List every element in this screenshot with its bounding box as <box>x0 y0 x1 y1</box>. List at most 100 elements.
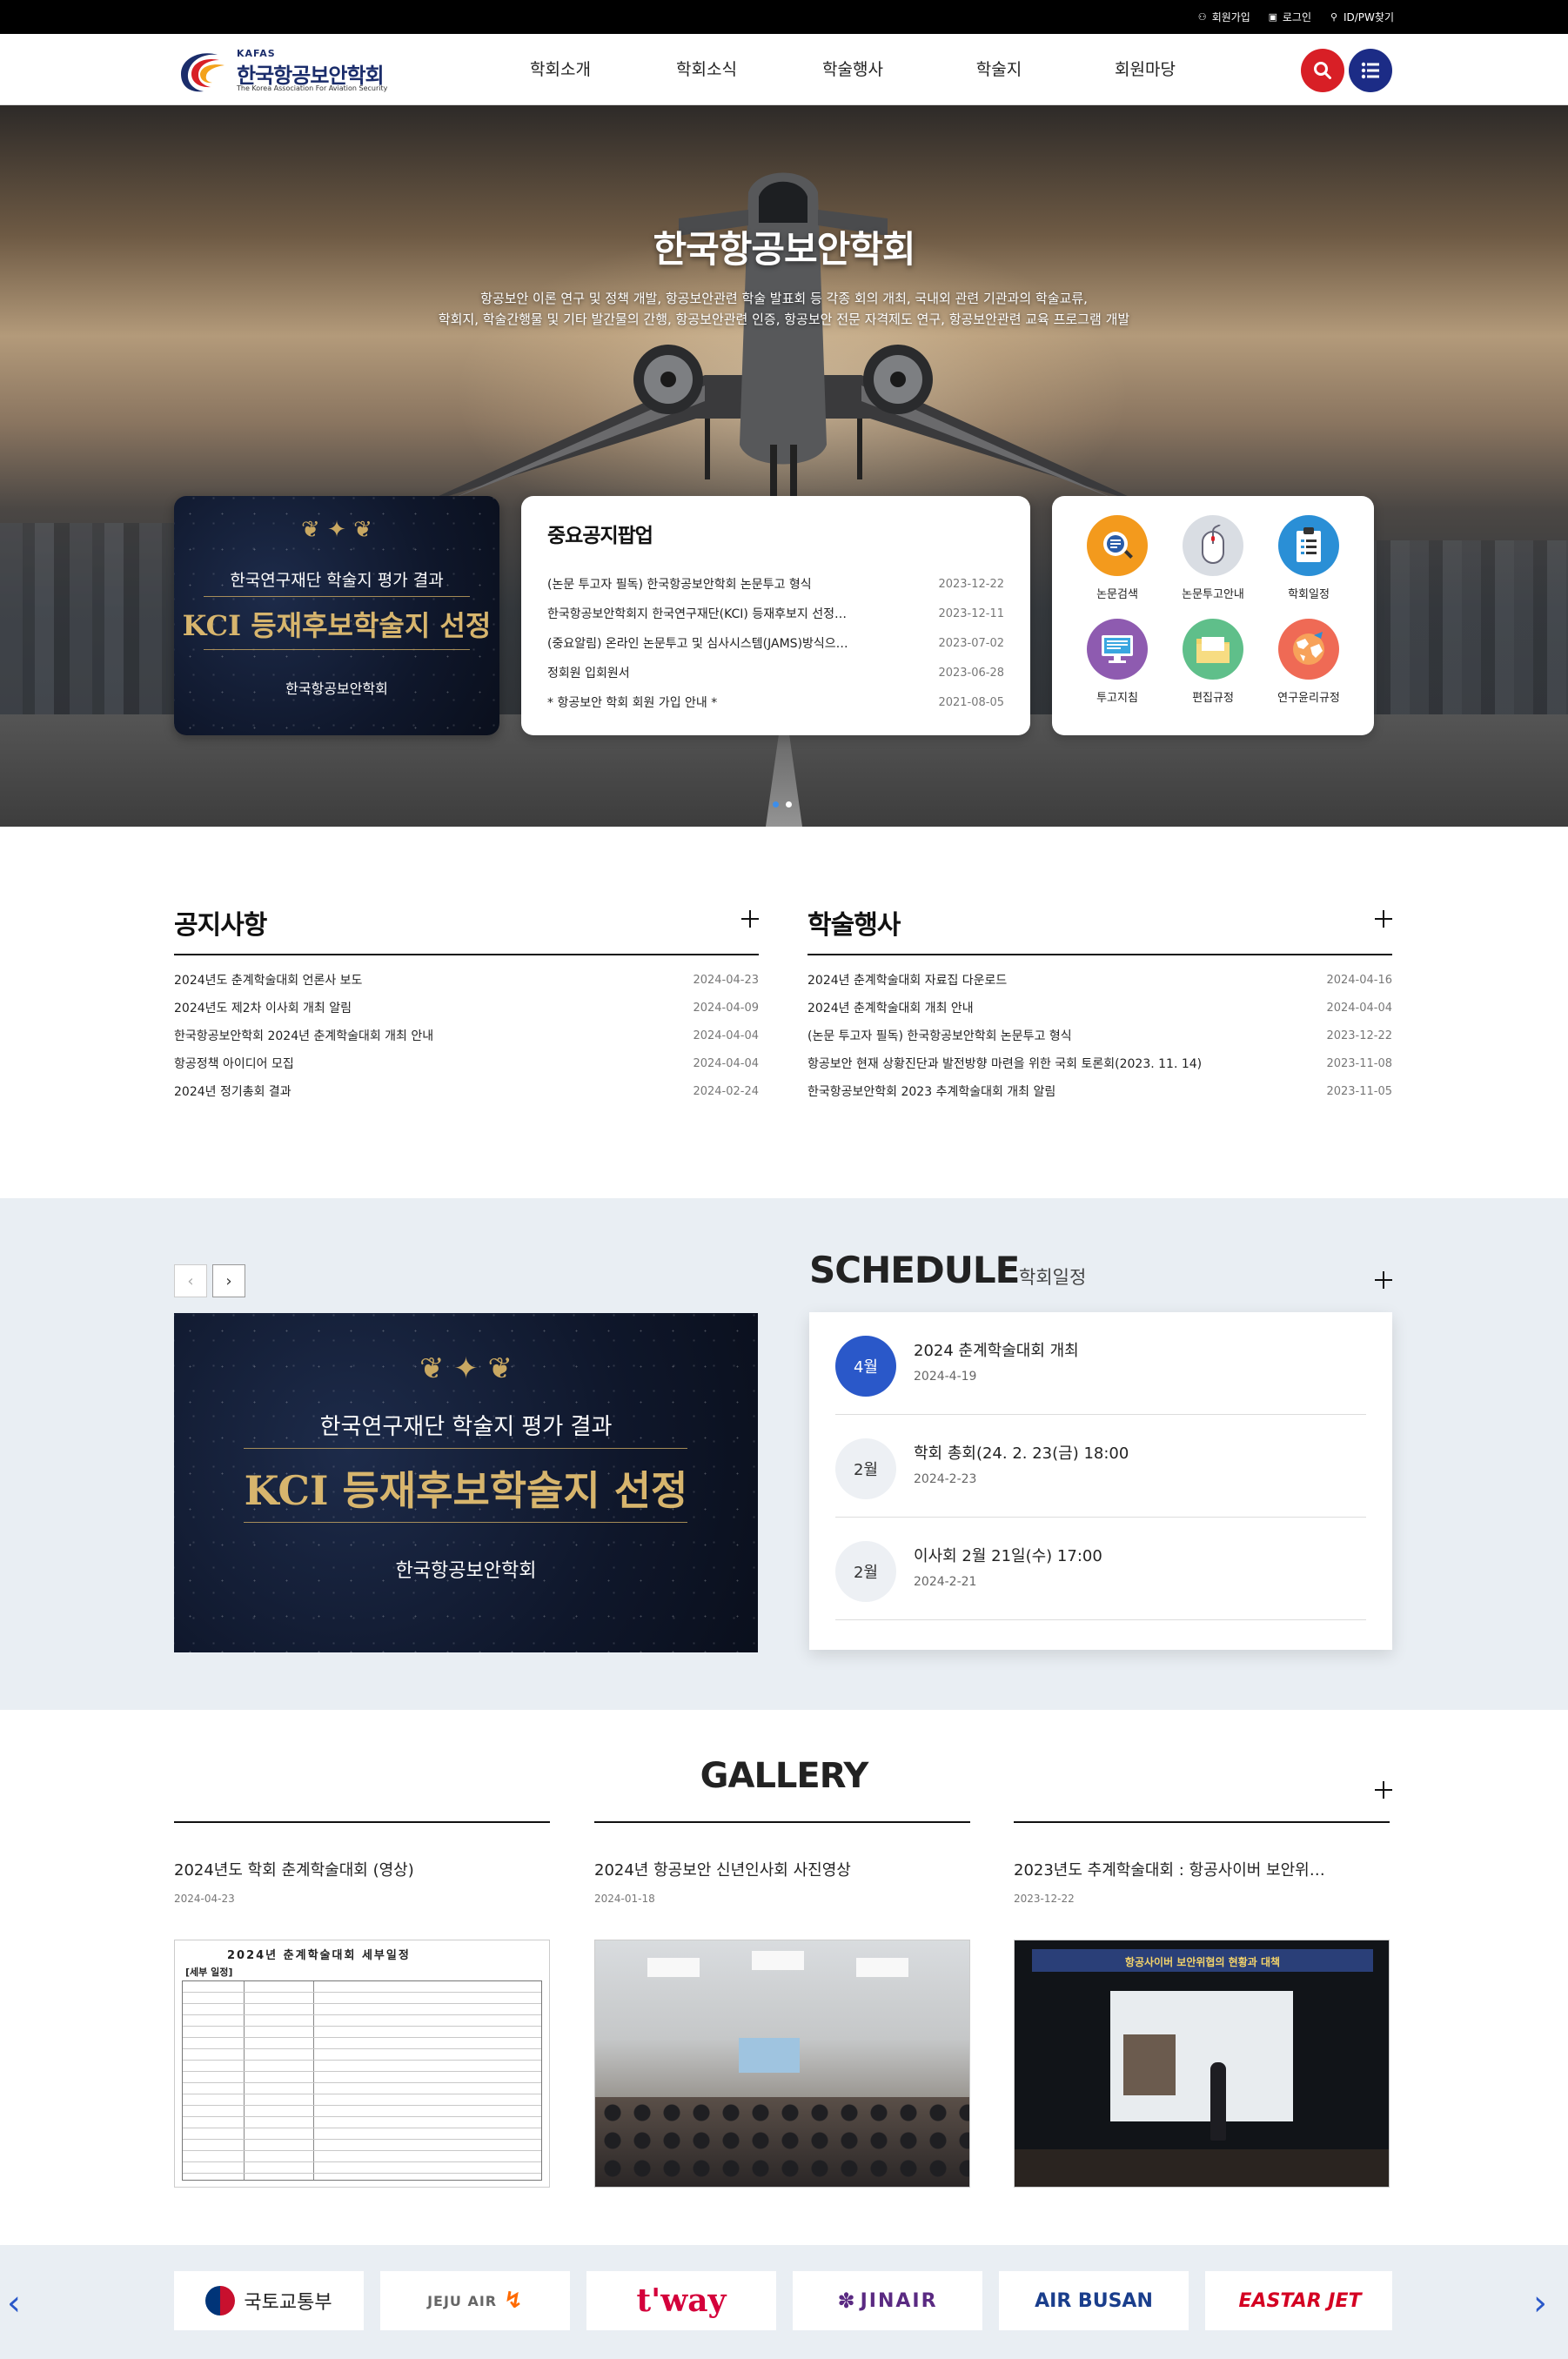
crowd <box>595 2097 969 2187</box>
partner-logo[interactable]: AIR BUSAN <box>999 2271 1189 2330</box>
list-item-date: 2023-12-22 <box>1326 1029 1392 1042</box>
login-link[interactable]: ▣ 로그인 <box>1268 10 1311 24</box>
partner-logo[interactable]: 국토교통부 <box>174 2271 364 2330</box>
list-item-date: 2023-11-08 <box>1326 1056 1392 1070</box>
gallery-item[interactable]: 2023년도 추계학술대회 : 항공사이버 보안위… 2023-12-22 항공… <box>1014 1821 1390 2188</box>
list-item[interactable]: 정회원 입회원서 2023-06-28 <box>547 658 1004 687</box>
gallery-item-title: 2024년도 학회 춘계학술대회 (영상) <box>174 1861 414 1880</box>
logo-swoosh-icon <box>181 53 224 92</box>
partner-logo[interactable]: t'way <box>586 2271 776 2330</box>
gallery-rule <box>594 1821 970 1823</box>
list-item[interactable]: 2024년 춘계학술대회 자료집 다운로드 2024-04-16 <box>807 966 1392 994</box>
quick-menu-card: 논문검색 논문투고안내 학회일정 투고지침 편집규정 연구윤리규정 <box>1052 496 1374 735</box>
schedule-item[interactable]: 2월 이사회 2월 21일(수) 17:00 2024-2-21 <box>835 1518 1366 1620</box>
notice-board: 공지사항 2024년도 춘계학술대회 언론사 보도 2024-04-23 2024… <box>174 896 759 1105</box>
quick-submission-guide[interactable]: 논문투고안내 <box>1165 515 1261 601</box>
list-item[interactable]: 항공정책 아이디어 모집 2024-04-04 <box>174 1049 759 1077</box>
pagination-dot[interactable] <box>786 801 792 808</box>
sitemap-button[interactable] <box>1349 49 1392 92</box>
search-document-icon <box>1087 515 1148 576</box>
list-item[interactable]: (논문 투고자 필독) 한국항공보안학회 논문투고 형식 2023-12-22 <box>547 569 1004 599</box>
list-item-title: (중요알림) 온라인 논문투고 및 심사시스템(JAMS)방식으… <box>547 637 848 651</box>
more-plus-icon[interactable] <box>1375 910 1392 928</box>
events-board-header: 학술행사 <box>807 896 1392 955</box>
notice-board-header: 공지사항 <box>174 896 759 955</box>
quick-label: 편집규정 <box>1192 692 1234 705</box>
schedule-item[interactable]: 2월 학회 총회(24. 2. 23(금) 18:00 2024-2-23 <box>835 1415 1366 1518</box>
more-plus-icon[interactable] <box>741 910 759 928</box>
mouse-icon <box>1183 515 1243 576</box>
notice-board-title: 공지사항 <box>174 910 267 941</box>
kci-line3: 한국항공보안학회 <box>285 680 388 697</box>
hero-visual: 한국항공보안학회 항공보안 이론 연구 및 정책 개발, 항공보안관련 학술 발… <box>0 105 1568 827</box>
quick-schedule[interactable]: 학회일정 <box>1261 515 1357 601</box>
speaker-photo <box>1123 2034 1176 2095</box>
gallery-thumbnail-meeting-room <box>594 1940 970 2188</box>
list-item[interactable]: 2024년 춘계학술대회 개최 안내 2024-04-04 <box>807 994 1392 1022</box>
schedule-item-date: 2024-2-23 <box>914 1472 977 1486</box>
quick-research-ethics[interactable]: 연구윤리규정 <box>1261 619 1357 705</box>
slider-prev-button[interactable]: ‹ <box>174 1264 207 1297</box>
kci-banner-card[interactable]: ❦ ✦ ❦ 한국연구재단 학술지 평가 결과 KCI 등재후보학술지 선정 한국… <box>174 496 499 735</box>
partner-next-arrow[interactable]: › <box>1533 2283 1547 2323</box>
list-item[interactable]: (논문 투고자 필독) 한국항공보안학회 논문투고 형식 2023-12-22 <box>807 1022 1392 1049</box>
join-link[interactable]: ⚇ 회원가입 <box>1197 10 1250 24</box>
gallery-item[interactable]: 2024년도 학회 춘계학술대회 (영상) 2024-04-23 2024년 춘… <box>174 1821 550 2188</box>
list-item[interactable]: 한국항공보안학회지 한국연구재단(KCI) 등재후보지 선정… 2023-12-1… <box>547 599 1004 628</box>
partner-name: EASTAR JET <box>1238 2289 1362 2312</box>
quick-editorial-rules[interactable]: 편집규정 <box>1165 619 1261 705</box>
schedule-item[interactable]: 4월 2024 춘계학술대회 개최 2024-4-19 <box>835 1312 1366 1415</box>
partner-logo[interactable]: ✽ JINAIR <box>793 2271 982 2330</box>
schedule-month-badge: 2월 <box>835 1438 896 1499</box>
gallery-item[interactable]: 2024년 항공보안 신년인사회 사진영상 2024-01-18 <box>594 1821 970 2188</box>
nav-members[interactable]: 회원마당 <box>1072 34 1218 105</box>
hero-description: 항공보안 이론 연구 및 정책 개발, 항공보안관련 학술 발표회 등 각종 회… <box>0 288 1568 330</box>
list-item[interactable]: 2024년 정기총회 결과 2024-02-24 <box>174 1077 759 1105</box>
list-item[interactable]: * 항공보안 학회 회원 가입 안내 * 2021-08-05 <box>547 687 1004 717</box>
gallery-item-date: 2024-01-18 <box>594 1893 655 1905</box>
gallery-title: GALLERY <box>700 1756 869 1796</box>
list-item[interactable]: 한국항공보안학회 2023 추계학술대회 개최 알림 2023-11-05 <box>807 1077 1392 1105</box>
gallery-thumbnail-document: 2024년 춘계학술대회 세부일정 [세부 일정] <box>174 1940 550 2188</box>
more-plus-icon[interactable] <box>1375 1781 1392 1799</box>
ceiling-light <box>647 1958 700 1977</box>
partner-swirl-icon: ↯ <box>504 2288 523 2314</box>
nav-events[interactable]: 학술행사 <box>780 34 926 105</box>
list-item[interactable]: 2024년도 춘계학술대회 언론사 보도 2024-04-23 <box>174 966 759 994</box>
partner-prev-arrow[interactable]: ‹ <box>7 2283 21 2323</box>
schedule-title: SCHEDULE <box>809 1249 1020 1291</box>
list-item[interactable]: 2024년도 제2차 이사회 개최 알림 2024-04-09 <box>174 994 759 1022</box>
site-logo[interactable]: KAFAS 한국항공보안학회 The Korea Association For… <box>174 44 392 95</box>
search-button[interactable] <box>1301 49 1344 92</box>
list-item[interactable]: 항공보안 현재 상황진단과 발전방향 마련을 위한 국회 토론회(2023. 1… <box>807 1049 1392 1077</box>
partner-logo[interactable]: EASTAR JET <box>1205 2271 1392 2330</box>
quick-submission-rules[interactable]: 투고지침 <box>1069 619 1165 705</box>
slider-next-button[interactable]: › <box>212 1264 245 1297</box>
kci-line2: KCI 등재후보학술지 선정 <box>182 609 492 642</box>
quick-menu-grid: 논문검색 논문투고안내 학회일정 투고지침 편집규정 연구윤리규정 <box>1069 515 1357 705</box>
partner-logo[interactable]: JEJU AIR ↯ <box>380 2271 570 2330</box>
quick-paper-search[interactable]: 논문검색 <box>1069 515 1165 601</box>
list-item-title: 2024년 춘계학술대회 자료집 다운로드 <box>807 974 1008 988</box>
nav-journal[interactable]: 학술지 <box>926 34 1072 105</box>
kci-banner-large[interactable]: ❦ ✦ ❦ 한국연구재단 학술지 평가 결과 KCI 등재후보학술지 선정 한국… <box>174 1313 758 1652</box>
list-item-title: 한국항공보안학회 2023 추계학술대회 개최 알림 <box>807 1085 1056 1099</box>
list-item-title: 2024년 정기총회 결과 <box>174 1085 291 1099</box>
partner-name: 국토교통부 <box>244 2292 332 2314</box>
list-item[interactable]: 한국항공보안학회 2024년 춘계학술대회 개최 안내 2024-04-04 <box>174 1022 759 1049</box>
important-notice-title: 중요공지팝업 <box>547 525 653 547</box>
nav-news[interactable]: 학회소식 <box>633 34 780 105</box>
stage-floor <box>1015 2149 1389 2187</box>
partner-butterfly-icon: ✽ <box>837 2289 855 2313</box>
events-board-title: 학술행사 <box>807 910 901 941</box>
join-label: 회원가입 <box>1211 11 1250 23</box>
list-item[interactable]: (중요알림) 온라인 논문투고 및 심사시스템(JAMS)방식으… 2023-07… <box>547 628 1004 658</box>
speaker-figure <box>1210 2062 1226 2141</box>
schedule-month-badge: 2월 <box>835 1541 896 1602</box>
search-icon <box>1314 62 1331 79</box>
find-account-link[interactable]: ⚲ ID/PW찾기 <box>1329 10 1394 24</box>
doc-heading: 2024년 춘계학술대회 세부일정 <box>227 1949 411 1962</box>
pagination-dot-active[interactable] <box>773 801 779 808</box>
more-plus-icon[interactable] <box>1375 1271 1392 1289</box>
nav-about[interactable]: 학회소개 <box>487 34 633 105</box>
